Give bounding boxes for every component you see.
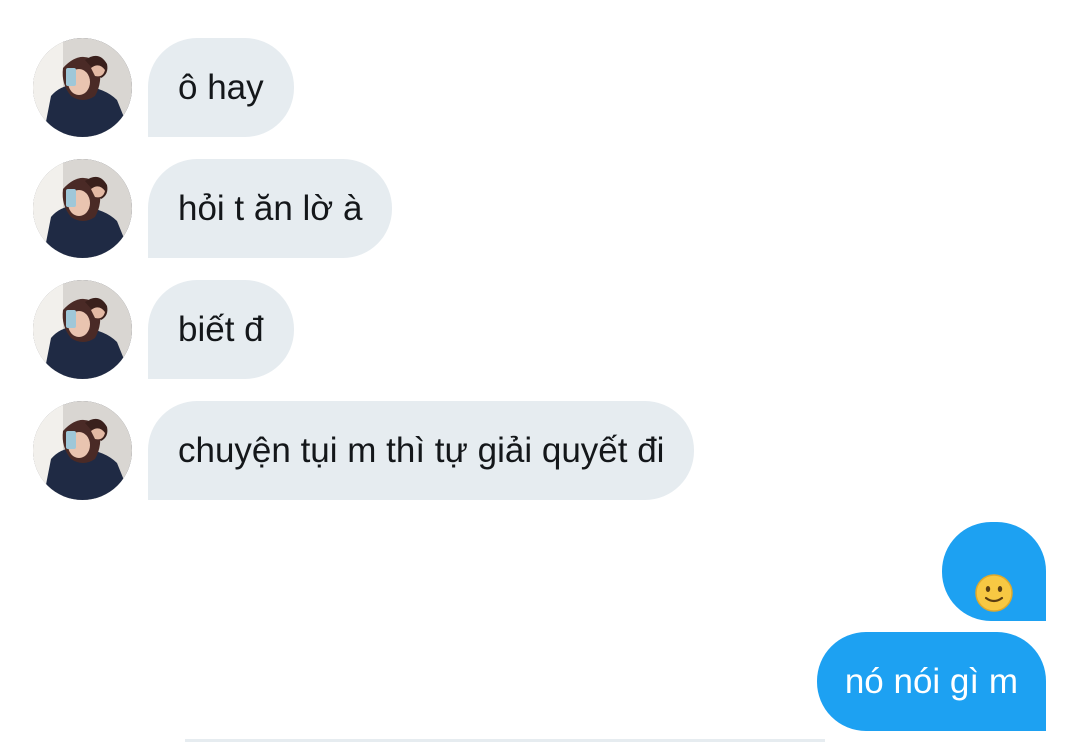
outgoing-message-bubble[interactable]: nó nói gì m: [816, 632, 1046, 731]
incoming-message-bubble[interactable]: ô hay: [148, 38, 294, 137]
message-text: hỏi t ăn lờ à: [178, 189, 363, 228]
avatar[interactable]: [33, 280, 132, 379]
incoming-message-row: chuyện tụi m thì tự giải quyết đi: [0, 401, 1080, 500]
message-text: biết đ: [178, 310, 264, 349]
slightly-smiling-face-emoji-icon: [974, 552, 1014, 612]
incoming-message-bubble[interactable]: chuyện tụi m thì tự giải quyết đi: [148, 401, 695, 500]
avatar[interactable]: [33, 38, 132, 137]
incoming-message-row: biết đ: [0, 280, 1080, 379]
message-text: ô hay: [178, 68, 264, 107]
incoming-message-row: hỏi t ăn lờ à: [0, 159, 1080, 258]
message-text: chuyện tụi m thì tự giải quyết đi: [178, 431, 665, 470]
incoming-message-bubble[interactable]: hỏi t ăn lờ à: [148, 159, 393, 258]
incoming-message-row: ô hay: [0, 38, 1080, 137]
message-text: nó nói gì m: [844, 662, 1018, 701]
avatar[interactable]: [33, 159, 132, 258]
avatar[interactable]: [33, 401, 132, 500]
incoming-message-bubble[interactable]: biết đ: [148, 280, 294, 379]
message-thread: ô hay hỏi t ăn lờ à biết đ chuyện tụi m …: [0, 0, 1080, 742]
outgoing-message-bubble[interactable]: [942, 522, 1046, 621]
